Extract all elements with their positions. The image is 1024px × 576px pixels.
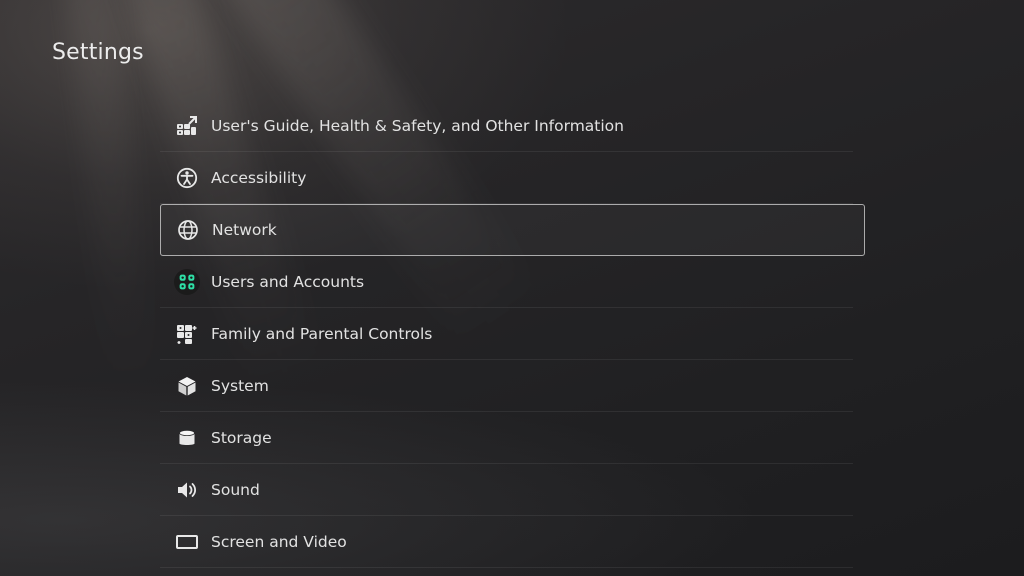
menu-item-label: User's Guide, Health & Safety, and Other…	[211, 117, 624, 135]
menu-item-users-guide[interactable]: User's Guide, Health & Safety, and Other…	[160, 100, 865, 152]
menu-item-label: Storage	[211, 429, 272, 447]
menu-item-storage[interactable]: Storage	[160, 412, 865, 464]
menu-item-screen-and-video[interactable]: Screen and Video	[160, 516, 865, 568]
menu-item-sound[interactable]: Sound	[160, 464, 865, 516]
accessibility-icon	[174, 165, 200, 191]
cube-icon	[174, 373, 200, 399]
settings-menu: User's Guide, Health & Safety, and Other…	[160, 100, 865, 568]
storage-icon	[174, 425, 200, 451]
settings-screen: Settings User's Guide, Health & Safety, …	[0, 0, 1024, 576]
globe-icon	[175, 217, 201, 243]
menu-item-label: Network	[212, 221, 277, 239]
menu-item-label: Users and Accounts	[211, 273, 365, 291]
page-title: Settings	[52, 40, 144, 65]
users-accounts-icon	[174, 269, 200, 295]
guide-icon	[174, 113, 200, 139]
menu-item-label: Sound	[211, 481, 260, 499]
menu-item-label: Accessibility	[211, 169, 307, 187]
menu-item-family-parental-controls[interactable]: Family and Parental Controls	[160, 308, 865, 360]
menu-item-network[interactable]: Network	[160, 204, 865, 256]
menu-item-system[interactable]: System	[160, 360, 865, 412]
menu-item-label: Family and Parental Controls	[211, 325, 433, 343]
menu-item-accessibility[interactable]: Accessibility	[160, 152, 865, 204]
family-icon	[174, 321, 200, 347]
menu-item-label: Screen and Video	[211, 533, 347, 551]
menu-item-label: System	[211, 377, 269, 395]
menu-item-users-and-accounts[interactable]: Users and Accounts	[160, 256, 865, 308]
screen-icon	[174, 529, 200, 555]
speaker-icon	[174, 477, 200, 503]
